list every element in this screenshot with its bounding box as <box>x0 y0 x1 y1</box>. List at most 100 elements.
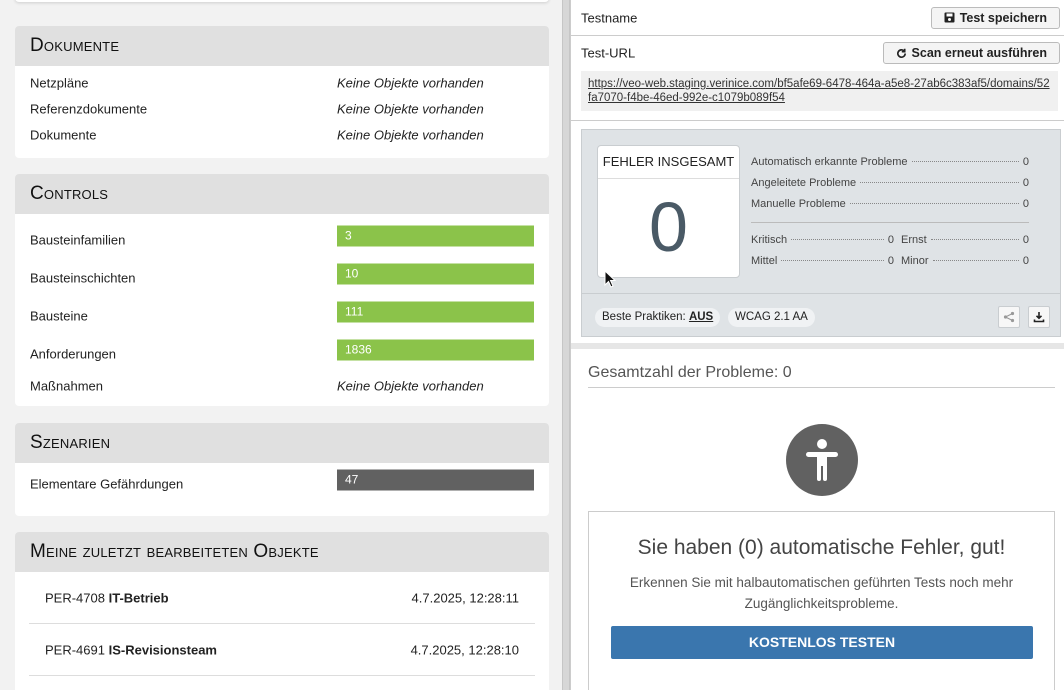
stat-value: 0 <box>887 234 894 246</box>
download-icon <box>1033 312 1045 323</box>
recent-object-row[interactable]: PER-4708 IT-Betrieb 4.7.2025, 12:28:11 <box>29 572 535 624</box>
stat-manual: Manuelle Probleme 0 <box>751 198 1029 210</box>
row-label: Bausteinschichten <box>30 270 136 286</box>
stat-label: Manuelle Probleme <box>751 198 846 210</box>
test-url-link[interactable]: https://veo-web.staging.verinice.com/bf5… <box>588 78 1050 104</box>
scenarios-row-threats[interactable]: Elementare Gefährdungen 47 <box>15 465 549 503</box>
stat-label: Ernst <box>901 234 927 246</box>
stat-value: 0 <box>1022 198 1029 210</box>
controls-row-requirements[interactable]: Anforderungen 1836 <box>15 335 549 373</box>
summary-separator <box>751 222 1029 223</box>
row-label: Referenzdokumente <box>30 101 148 117</box>
documents-row-reference[interactable]: Referenzdokumente Keine Objekte vorhande… <box>15 96 549 122</box>
count-bar[interactable]: 47 <box>337 469 534 491</box>
best-practices-toggle[interactable]: Beste Praktiken: AUS <box>595 308 721 327</box>
scenarios-card: Szenarien Elementare Gefährdungen 47 <box>15 423 549 516</box>
stat-label: Kritisch <box>751 234 788 246</box>
accessibility-icon <box>786 424 858 496</box>
object-name: IS-Revisionsteam <box>108 642 217 657</box>
object-label: PER-4691 IS-Revisionsteam <box>45 642 217 657</box>
recent-object-row[interactable]: PER-4691 IS-Revisionsteam 4.7.2025, 12:2… <box>29 624 535 676</box>
divider <box>571 120 1064 121</box>
object-label: PER-4708 IT-Betrieb <box>45 590 169 605</box>
controls-row-measures[interactable]: Maßnahmen Keine Objekte vorhanden <box>15 373 549 399</box>
documents-card-title: Dokumente <box>15 26 549 66</box>
row-value: Keine Objekte vorhanden <box>337 101 484 117</box>
object-name: IT-Betrieb <box>108 590 169 605</box>
dashboard-pane: Dokumente Netzpläne Keine Objekte vorhan… <box>0 0 562 690</box>
stat-label: Automatisch erkannte Probleme <box>751 156 908 168</box>
result-panel: Sie haben (0) automatische Fehler, gut! … <box>588 511 1055 690</box>
save-test-button[interactable]: Test speichern <box>930 6 1060 29</box>
save-icon <box>944 12 955 23</box>
previous-card <box>15 0 549 2</box>
controls-card-title: Controls <box>15 174 549 214</box>
documents-card: Dokumente Netzpläne Keine Objekte vorhan… <box>15 26 549 158</box>
summary-footer: Beste Praktiken: AUS WCAG 2.1 AA <box>582 293 1060 337</box>
controls-row-module-families[interactable]: Bausteinfamilien 3 <box>15 221 549 259</box>
testname-row: Testname Test speichern <box>571 0 1064 35</box>
stat-value: 0 <box>1022 177 1029 189</box>
total-issues-heading: Gesamtzahl der Probleme: 0 <box>588 364 1055 388</box>
accessibility-panel: Testname Test speichern Test-URL Scan er… <box>570 0 1064 690</box>
scenarios-card-title: Szenarien <box>15 423 549 463</box>
share-button[interactable] <box>998 306 1020 328</box>
row-value: Keine Objekte vorhanden <box>337 127 484 143</box>
object-date: 4.7.2025, 12:28:11 <box>411 590 519 605</box>
row-label: Dokumente <box>30 127 97 143</box>
recent-objects-card-title: Meine zuletzt bearbeiteten Objekte <box>15 532 549 572</box>
controls-row-modules[interactable]: Bausteine 111 <box>15 297 549 335</box>
row-label: Elementare Gefährdungen <box>30 476 184 492</box>
row-value: Keine Objekte vorhanden <box>337 378 484 394</box>
controls-row-module-layers[interactable]: Bausteinschichten 10 <box>15 259 549 297</box>
documents-row-network-plans[interactable]: Netzpläne Keine Objekte vorhanden <box>15 70 549 96</box>
stat-value: 0 <box>887 255 894 267</box>
best-practices-label: Beste Praktiken: <box>602 311 686 323</box>
testname-label: Testname <box>581 10 638 25</box>
rescan-label: Scan erneut ausführen <box>911 46 1047 60</box>
free-test-button[interactable]: KOSTENLOS TESTEN <box>611 626 1033 659</box>
stat-value: 0 <box>1022 156 1029 168</box>
stat-moderate: Mittel 0 <box>751 255 894 267</box>
stat-minor: Minor 0 <box>901 255 1029 267</box>
count-bar[interactable]: 3 <box>337 225 534 247</box>
row-label: Anforderungen <box>30 346 117 362</box>
documents-row-documents[interactable]: Dokumente Keine Objekte vorhanden <box>15 122 549 148</box>
stat-guided: Angeleitete Probleme 0 <box>751 177 1029 189</box>
stat-value: 0 <box>1022 255 1029 267</box>
best-practices-value: AUS <box>688 311 714 323</box>
download-button[interactable] <box>1028 306 1050 328</box>
count-bar[interactable]: 1836 <box>337 339 534 361</box>
refresh-icon <box>896 48 906 58</box>
stat-value: 0 <box>1022 234 1029 246</box>
object-id: PER-4708 <box>45 590 105 605</box>
row-label: Netzpläne <box>30 75 89 91</box>
wcag-standard-badge[interactable]: WCAG 2.1 AA <box>728 308 815 327</box>
count-bar[interactable]: 10 <box>337 263 534 285</box>
row-value: Keine Objekte vorhanden <box>337 75 484 91</box>
testurl-label: Test-URL <box>581 45 636 61</box>
save-test-label: Test speichern <box>959 10 1047 25</box>
testurl-row: Test-URL Scan erneut ausführen <box>571 36 1064 70</box>
total-errors-value: 0 <box>649 188 688 266</box>
result-text: Erkennen Sie mit halbautomatischen gefüh… <box>629 575 1014 611</box>
count-bar[interactable]: 111 <box>337 301 534 323</box>
stat-label: Minor <box>901 255 929 267</box>
object-id: PER-4691 <box>45 642 105 657</box>
object-date: 4.7.2025, 12:28:10 <box>410 642 519 657</box>
rescan-button[interactable]: Scan erneut ausführen <box>882 42 1060 64</box>
row-label: Bausteinfamilien <box>30 232 126 248</box>
recent-objects-card: Meine zuletzt bearbeiteten Objekte PER-4… <box>15 532 549 690</box>
total-errors-card: FEHLER INSGESAMT 0 <box>597 145 740 278</box>
result-title: Sie haben (0) automatische Fehler, gut! <box>637 536 1006 559</box>
stat-critical: Kritisch 0 <box>751 234 894 246</box>
section-gap <box>571 343 1064 349</box>
person-icon <box>806 439 838 481</box>
pane-splitter[interactable] <box>562 0 570 690</box>
test-url-box: https://veo-web.staging.verinice.com/bf5… <box>581 71 1058 111</box>
summary-panel: FEHLER INSGESAMT 0 Automatisch erkannte … <box>581 129 1061 337</box>
mouse-cursor-icon <box>604 270 617 288</box>
controls-card: Controls Bausteinfamilien 3 Bausteinschi… <box>15 174 549 406</box>
row-label: Bausteine <box>30 308 88 324</box>
stat-label: Mittel <box>751 255 778 267</box>
